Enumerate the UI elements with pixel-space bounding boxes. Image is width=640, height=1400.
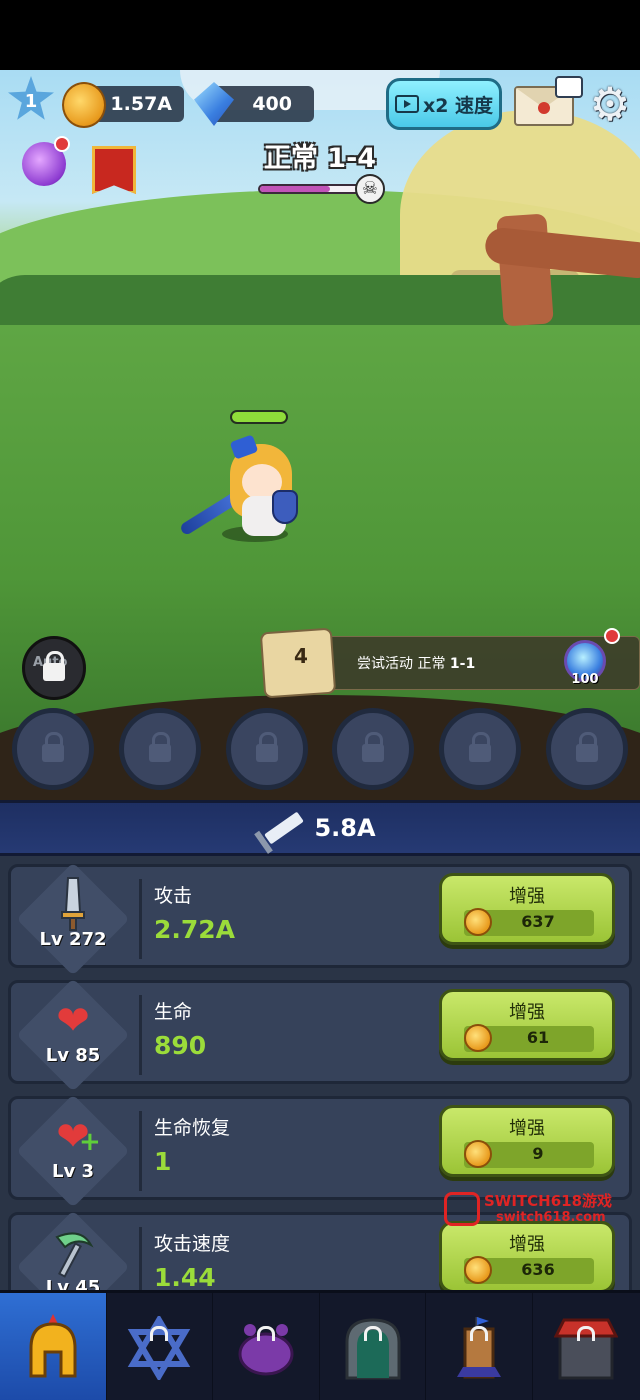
upgrade-label: 增强 [509,1234,545,1255]
speed-x2-button[interactable]: x2 速度 [386,78,502,130]
scythe-icon [41,1223,105,1283]
skill-slot-locked[interactable] [119,708,201,790]
stat-value: 1.44 [154,1263,216,1292]
stat-card-hp-regen: ❤ + Lv 3 生命恢复 1 增强 9 [8,1094,632,1208]
stat-level: Lv 272 [39,929,107,950]
watermark-line1: SWITCH618游戏 [484,1192,613,1210]
stat-name: 攻击 [154,885,193,907]
nav-tab-shop-locked[interactable] [533,1293,640,1400]
game-screen: 1 1.57A 400 x2 速度 ⚙ 正常 1-4 ☠ Auto 尝试活动 [0,0,640,1400]
upgrade-label: 增强 [509,1118,545,1139]
coin-icon [464,1024,492,1052]
purple-creature-icon [234,1312,298,1384]
shop-icon [554,1312,619,1384]
skill-slot-locked[interactable] [226,708,308,790]
stat-value: 1 [154,1147,172,1176]
boss-skull-icon: ☠ [355,174,385,204]
hero-hp-bar [230,410,288,424]
stage-progress-fill [260,186,330,192]
video-reward-icon[interactable] [555,76,583,98]
coin-icon [464,908,492,936]
upgrade-attack-speed-button[interactable]: 增强 636 [439,1221,615,1293]
nav-tab-tower-locked[interactable] [426,1293,533,1400]
upgrade-cost: 9 [532,1144,544,1163]
upgrade-label: 增强 [509,1002,545,1023]
gold-coin-icon [62,82,106,128]
upgrade-cost: 637 [521,912,555,931]
video-ad-icon [394,95,419,113]
lock-icon [256,732,278,762]
skill-slot-locked[interactable] [332,708,414,790]
lock-icon [469,732,491,762]
combat-power-bar: 5.8A [0,800,640,856]
stage-progress-bar [258,184,362,194]
stat-value: 2.72A [154,915,236,944]
lock-icon [576,732,598,762]
event-text: 尝试活动 正常 1-1 [357,653,475,673]
lock-icon [42,732,64,762]
stat-name: 生命 [154,1001,193,1023]
stat-card-attack: Lv 272 攻击 2.72A 增强 637 [8,862,632,976]
nav-tab-dungeon-locked[interactable] [320,1293,427,1400]
skill-slot-locked[interactable] [439,708,521,790]
coin-icon [464,1140,492,1168]
nav-tab-skills-locked[interactable] [107,1293,214,1400]
power-sword-icon [264,811,305,845]
skill-slot-locked[interactable] [546,708,628,790]
upgrade-attack-button[interactable]: 增强 637 [439,873,615,945]
event-text-stage: 1-1 [449,656,476,672]
hero-shield [272,490,298,524]
speed-label: x2 速度 [422,94,494,117]
divider [139,879,142,959]
auto-button-locked[interactable]: Auto [22,636,86,700]
upgrade-hp-regen-button[interactable]: 增强 9 [439,1105,615,1177]
lock-icon [43,651,65,681]
tower-icon [447,1312,511,1384]
stone-gate-icon [341,1312,405,1384]
upgrade-hp-button[interactable]: 增强 61 [439,989,615,1061]
hexagram-icon [127,1312,191,1384]
event-text-prefix: 尝试活动 正常 [357,656,450,672]
hero-character [172,430,302,560]
stat-value: 890 [154,1031,207,1060]
divider [139,1111,142,1191]
heart-plus-icon: ❤ + [56,1114,101,1160]
bottom-nav [0,1290,640,1400]
upgrade-cost: 61 [526,1028,550,1047]
event-notification-dot [604,628,620,644]
coin-icon [464,1256,492,1284]
notification-dot [54,136,70,152]
dirt-edge [0,695,640,800]
lock-icon [149,732,171,762]
hero-hp-fill [232,412,286,422]
sword-icon [41,875,105,935]
settings-gear-icon[interactable]: ⚙ [586,80,634,128]
scroll-number: 4 [294,644,308,668]
combat-power-value: 5.8A [314,814,376,842]
nav-tab-hero[interactable] [0,1293,107,1400]
gem-value: 400 [252,93,292,115]
watermark: SWITCH618游戏 switch618.com [444,1190,630,1230]
stat-card-hp: ❤ Lv 85 生命 890 增强 61 [8,978,632,1092]
player-level-value: 1 [24,90,38,112]
spartan-helmet-icon [21,1312,85,1384]
stat-name: 攻击速度 [154,1233,231,1255]
event-reward-count: 100 [571,672,599,687]
stage-title: 正常 1-4 [263,143,377,174]
lock-icon [362,732,384,762]
watermark-line2: switch618.com [496,1210,606,1225]
upgrade-label: 增强 [509,886,545,907]
top-bar [0,0,640,70]
stat-level: Lv 85 [45,1045,101,1066]
stat-level: Lv 3 [52,1161,94,1182]
heart-icon: ❤ [56,998,90,1044]
stat-name: 生命恢复 [154,1117,231,1139]
gold-value: 1.57A [110,93,172,115]
nav-tab-pets-locked[interactable] [213,1293,320,1400]
watermark-logo-icon [444,1192,480,1226]
divider [139,995,142,1075]
skill-slot-locked[interactable] [12,708,94,790]
upgrade-cost: 636 [521,1260,555,1279]
